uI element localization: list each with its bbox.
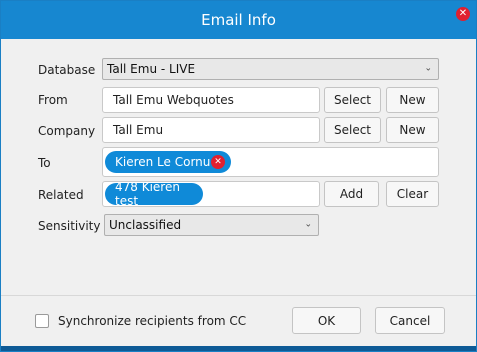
database-select[interactable]: Tall Emu - LIVE ⌄ <box>102 58 439 80</box>
database-value: Tall Emu - LIVE <box>107 62 196 76</box>
sensitivity-value: Unclassified <box>109 218 182 232</box>
to-field[interactable]: Kieren Le Cornu ✕ <box>102 147 439 177</box>
title-bar: Email Info ✕ <box>1 1 476 39</box>
company-new-button[interactable]: New <box>386 117 439 143</box>
related-clear-button[interactable]: Clear <box>386 181 439 207</box>
related-chip[interactable]: 478 Kieren test <box>105 181 203 207</box>
related-add-button[interactable]: Add <box>324 181 379 207</box>
company-value: Tall Emu <box>113 123 164 137</box>
from-field[interactable]: Tall Emu Webquotes <box>102 87 320 113</box>
chevron-down-icon: ⌄ <box>304 219 312 230</box>
window-bottom-border <box>1 346 476 351</box>
related-label: Related <box>38 188 84 202</box>
close-icon[interactable]: ✕ <box>456 7 470 21</box>
sync-recipients-checkbox[interactable] <box>35 314 49 328</box>
related-chip-label: 478 Kieren test <box>115 181 180 207</box>
from-label: From <box>38 93 68 107</box>
sensitivity-select[interactable]: Unclassified ⌄ <box>104 214 319 236</box>
related-field[interactable]: 478 Kieren test <box>102 181 320 207</box>
company-select-button[interactable]: Select <box>324 117 381 143</box>
recipient-chip-label: Kieren Le Cornu <box>115 155 211 169</box>
cancel-button[interactable]: Cancel <box>375 307 445 334</box>
dialog-title: Email Info <box>201 11 276 29</box>
from-select-button[interactable]: Select <box>324 87 381 113</box>
from-value: Tall Emu Webquotes <box>113 93 234 107</box>
from-new-button[interactable]: New <box>386 87 439 113</box>
remove-recipient-icon[interactable]: ✕ <box>211 155 225 169</box>
company-label: Company <box>38 124 96 138</box>
form-area: Database Tall Emu - LIVE ⌄ From Tall Emu… <box>1 39 476 295</box>
company-field[interactable]: Tall Emu <box>102 117 320 143</box>
chevron-down-icon: ⌄ <box>424 63 432 74</box>
sync-recipients-label: Synchronize recipients from CC <box>58 314 247 328</box>
ok-button[interactable]: OK <box>292 307 361 334</box>
email-info-dialog: Email Info ✕ Database Tall Emu - LIVE ⌄ … <box>0 0 477 352</box>
dialog-footer: Synchronize recipients from CC OK Cancel <box>1 295 476 347</box>
sensitivity-label: Sensitivity <box>38 219 101 233</box>
recipient-chip[interactable]: Kieren Le Cornu ✕ <box>105 151 231 173</box>
database-label: Database <box>38 63 96 77</box>
to-label: To <box>38 156 51 170</box>
